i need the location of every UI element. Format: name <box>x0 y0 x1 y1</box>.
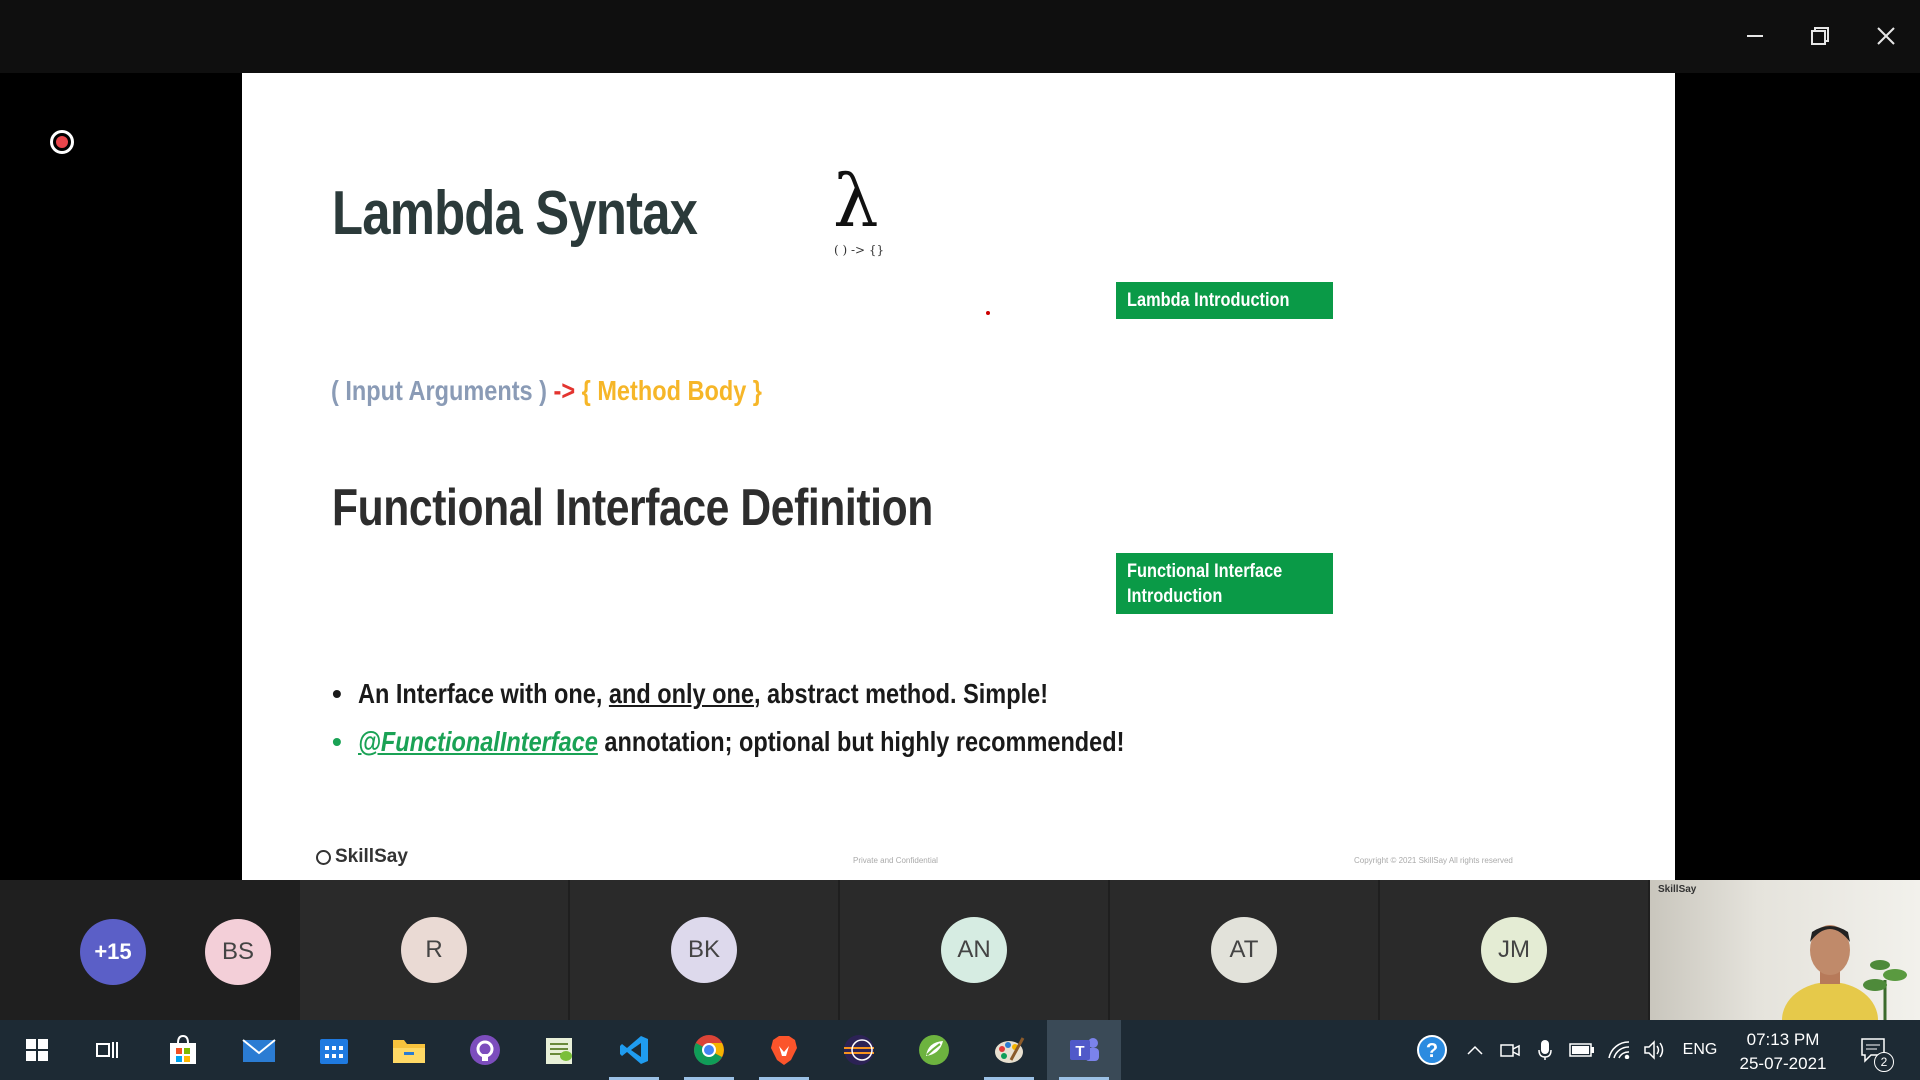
svg-text:T: T <box>1075 1043 1084 1060</box>
wifi-icon[interactable] <box>1602 1020 1636 1080</box>
mail-icon[interactable] <box>222 1020 296 1080</box>
avatar[interactable]: BS <box>205 919 271 985</box>
brave-icon[interactable] <box>747 1020 821 1080</box>
lambda-syntax-line: ( Input Arguments ) -> { Method Body } <box>331 375 762 407</box>
bullet1-before: An Interface with one, <box>358 678 609 709</box>
battery-icon[interactable] <box>1565 1020 1599 1080</box>
avatar-initials: AT <box>1229 936 1259 963</box>
notepad-plus-plus-icon[interactable] <box>522 1020 596 1080</box>
participant-tile[interactable]: AN <box>840 880 1108 1020</box>
eclipse-icon[interactable] <box>822 1020 896 1080</box>
lambda-introduction-button[interactable]: Lambda Introduction <box>1116 282 1333 319</box>
avatar: R <box>401 917 467 983</box>
avatar-initials: BK <box>687 936 720 963</box>
participant-strip: +15 BS R BK AN AT JM <box>0 880 1920 1020</box>
section-heading: Functional Interface Definition <box>332 479 933 537</box>
lambda-caption: ( ) -> {} <box>834 243 885 257</box>
system-clock[interactable]: 07:13 PM 25-07-2021 <box>1730 1028 1836 1076</box>
volume-icon[interactable] <box>1638 1020 1672 1080</box>
language-indicator[interactable]: ENG <box>1676 1020 1724 1080</box>
calendar-icon[interactable] <box>297 1020 371 1080</box>
bullet-icon: • <box>332 678 342 709</box>
more-participants-button[interactable]: +15 <box>80 919 146 985</box>
footer-logo-text: SkillSay <box>335 846 408 867</box>
paint-icon[interactable] <box>972 1020 1046 1080</box>
vscode-icon[interactable] <box>597 1020 671 1080</box>
clock-time: 07:13 PM <box>1746 1030 1820 1049</box>
task-view-icon[interactable] <box>70 1020 144 1080</box>
participant-tile[interactable]: AT <box>1110 880 1378 1020</box>
avatar: JM <box>1481 917 1547 983</box>
footer-copyright: Copyright © 2021 SkillSay All rights res… <box>1354 856 1513 865</box>
avatar-initials: R <box>425 936 443 963</box>
recording-indicator-icon <box>50 130 74 154</box>
syntax-arrow: -> <box>547 375 582 406</box>
help-icon[interactable]: ? <box>1412 1020 1452 1080</box>
avatar-initials: AN <box>957 936 991 963</box>
github-desktop-icon[interactable] <box>448 1020 522 1080</box>
avatar: BK <box>671 917 737 983</box>
chrome-icon[interactable] <box>672 1020 746 1080</box>
avatar: AN <box>941 917 1007 983</box>
presentation-slide: Lambda Syntax λ ( ) -> {} Lambda Introdu… <box>242 73 1675 880</box>
window-title-bar <box>0 0 1920 73</box>
syntax-args: ( Input Arguments ) <box>331 375 548 406</box>
fi-button-line2: Introduction <box>1127 586 1223 607</box>
bullet1-after: , abstract method. Simple! <box>753 678 1049 709</box>
bullet2-after: annotation; optional but highly recommen… <box>597 726 1125 757</box>
fi-button-line1: Functional Interface <box>1127 561 1283 582</box>
start-icon[interactable] <box>0 1020 74 1080</box>
avatar: AT <box>1211 917 1277 983</box>
lambda-introduction-label: Lambda Introduction <box>1127 290 1290 311</box>
participant-tile[interactable]: R <box>300 880 568 1020</box>
avatar-initials: BS <box>221 938 254 965</box>
laser-pointer-dot <box>986 311 990 315</box>
bullet-icon: • <box>332 726 342 757</box>
restore-icon[interactable] <box>1800 14 1840 58</box>
svg-text:?: ? <box>1426 1040 1438 1062</box>
spring-tool-suite-icon[interactable] <box>897 1020 971 1080</box>
chevron-up-icon[interactable] <box>1460 1020 1490 1080</box>
presenter-video-feed[interactable]: SkillSay <box>1650 880 1920 1020</box>
syntax-body: { Method Body } <box>581 375 762 406</box>
lambda-symbol: λ <box>833 159 879 243</box>
participant-tile[interactable]: BK <box>570 880 838 1020</box>
close-icon[interactable] <box>1866 14 1906 58</box>
footer-confidential: Private and Confidential <box>853 856 938 865</box>
skillsay-logo-icon <box>316 849 331 865</box>
skillsay-logo: SkillSay <box>316 846 408 868</box>
functional-interface-introduction-button[interactable]: Functional Interface Introduction <box>1116 553 1333 614</box>
plant-image <box>1863 960 1907 1020</box>
slide-title: Lambda Syntax <box>332 179 698 248</box>
clock-date: 25-07-2021 <box>1739 1054 1827 1073</box>
video-watermark: SkillSay <box>1658 884 1697 895</box>
notification-count-badge: 2 <box>1874 1052 1894 1072</box>
teams-icon[interactable]: T <box>1047 1020 1121 1080</box>
functional-interface-link[interactable]: @FunctionalInterface <box>358 726 598 757</box>
file-explorer-icon[interactable] <box>372 1020 446 1080</box>
windows-taskbar: T ? ENG 07:13 PM 25-07-2021 2 <box>0 1020 1920 1080</box>
store-icon[interactable] <box>146 1020 220 1080</box>
notifications-icon[interactable]: 2 <box>1852 1020 1896 1080</box>
bullet1-underlined: and only one <box>608 678 754 709</box>
minimize-icon[interactable] <box>1735 14 1775 58</box>
meet-now-icon[interactable] <box>1495 1020 1525 1080</box>
avatar-initials: JM <box>1498 936 1530 963</box>
microphone-icon[interactable] <box>1530 1020 1560 1080</box>
participant-tile[interactable]: JM <box>1380 880 1648 1020</box>
